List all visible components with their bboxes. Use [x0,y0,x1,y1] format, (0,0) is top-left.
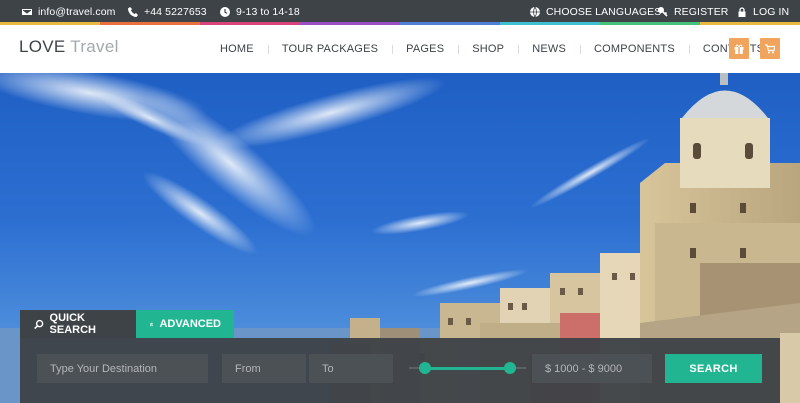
logo-bold: LOVE [19,37,66,56]
price-range-display: $ 1000 - $ 9000 [532,354,652,383]
gift-icon [734,44,744,54]
nav-item-shop[interactable]: SHOP [458,43,518,55]
key-icon [658,6,668,17]
from-date-input[interactable]: From [222,354,306,383]
price-range-text: $ 1000 - $ 9000 [545,362,623,375]
clock-icon [220,6,230,17]
nav-item-home[interactable]: HOME [206,43,268,55]
phone-text: +44 5227653 [144,5,207,18]
tab-advanced-label: ADVANCED [159,318,221,330]
logo-light: Travel [70,37,119,56]
hours-text: 9-13 to 14-18 [236,5,300,18]
to-date-input[interactable]: To [309,354,393,383]
search-panel: Type Your Destination From To $ 1000 - $… [20,338,780,403]
login-link[interactable]: LOG IN [737,0,789,23]
price-range-slider[interactable] [405,354,530,383]
search-icon [34,319,44,329]
destination-input[interactable]: Type Your Destination [37,354,208,383]
envelope-icon [22,8,32,15]
nav-item-components[interactable]: COMPONENTS [580,43,689,55]
search-tabs: QUICK SEARCH ADVANCED [20,310,234,338]
nav-item-pages[interactable]: PAGES [392,43,458,55]
phone-icon [128,6,138,17]
login-text: LOG IN [753,5,790,18]
tab-advanced[interactable]: ADVANCED [136,310,234,338]
top-bar: info@travel.com +44 5227653 9-13 to 14-1… [0,0,800,23]
choose-languages-text: CHOOSE LANGUAGES [546,5,662,18]
globe-icon [530,6,540,17]
choose-languages-link[interactable]: CHOOSE LANGUAGES [530,0,661,23]
nav-item-news[interactable]: NEWS [518,43,580,55]
to-placeholder: To [322,362,334,375]
lock-icon [738,6,746,17]
hours-info: 9-13 to 14-18 [220,0,300,23]
slider-fill [425,367,510,370]
cart-button[interactable] [760,38,780,59]
search-button[interactable]: SEARCH [665,354,762,383]
sliders-icon [150,322,154,326]
slider-max-handle[interactable] [504,362,516,374]
tab-quick-search[interactable]: QUICK SEARCH [20,310,136,338]
slider-min-handle[interactable] [419,362,431,374]
from-placeholder: From [235,362,261,375]
email-text: info@travel.com [38,5,116,18]
email-link[interactable]: info@travel.com [22,0,116,23]
cart-icon [765,43,775,53]
destination-placeholder: Type Your Destination [50,362,158,375]
tab-quick-search-label: QUICK SEARCH [49,312,96,336]
gift-button[interactable] [729,38,749,59]
main-nav: LOVE Travel HOME TOUR PACKAGES PAGES SHO… [0,25,800,73]
site-logo[interactable]: LOVE Travel [19,37,119,57]
nav-menu: HOME TOUR PACKAGES PAGES SHOP NEWS COMPO… [206,25,778,73]
register-text: REGISTER [674,5,729,18]
phone-link[interactable]: +44 5227653 [128,0,207,23]
register-link[interactable]: REGISTER [658,0,728,23]
nav-item-tour-packages[interactable]: TOUR PACKAGES [267,43,392,55]
